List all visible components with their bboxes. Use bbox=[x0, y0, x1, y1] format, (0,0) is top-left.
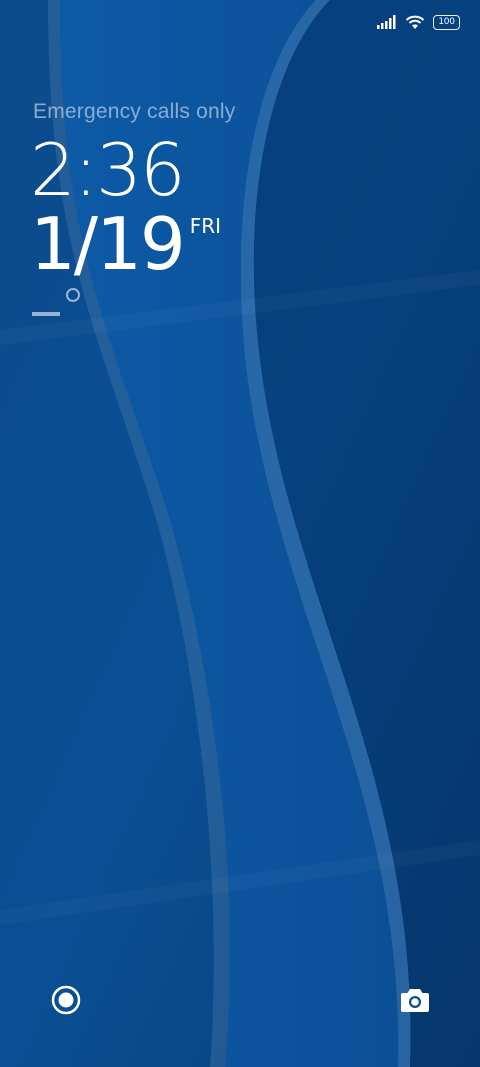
weather-widget[interactable] bbox=[32, 288, 92, 322]
voice-assistant-button[interactable] bbox=[48, 984, 84, 1020]
lock-screen: 100 Emergency calls only 2:36 1/19 FRI bbox=[0, 0, 480, 1067]
carrier-status: Emergency calls only bbox=[33, 100, 236, 123]
status-bar: 100 bbox=[377, 12, 460, 32]
clock-date: 1/19 bbox=[30, 202, 186, 286]
date-row: 1/19 FRI bbox=[30, 208, 221, 280]
battery-icon: 100 bbox=[433, 14, 460, 30]
weather-temperature-placeholder bbox=[32, 312, 60, 316]
wifi-icon bbox=[405, 15, 425, 30]
clock-weekday: FRI bbox=[189, 214, 221, 238]
voice-assistant-icon bbox=[50, 984, 82, 1020]
clock-time: 2:36 bbox=[30, 128, 186, 212]
weather-degree-icon bbox=[66, 288, 80, 302]
camera-icon bbox=[399, 986, 431, 1018]
battery-level: 100 bbox=[438, 16, 455, 27]
camera-button[interactable] bbox=[397, 984, 433, 1020]
signal-bars-icon bbox=[377, 15, 397, 29]
